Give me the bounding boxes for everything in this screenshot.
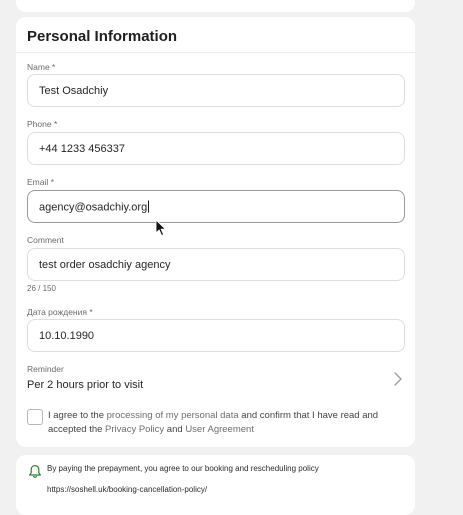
email-value-wrap: agency@osadchiy.org [39,200,150,213]
prepayment-notice-card: By paying the prepayment, you agree to o… [16,455,415,515]
user-agreement-link[interactable]: User Agreement [185,424,254,435]
phone-field[interactable]: +44 1233 456337 [27,132,405,165]
reminder-label: Reminder [27,364,64,374]
section-title: Personal Information [27,28,178,45]
prepayment-notice-text: By paying the prepayment, you agree to o… [47,464,319,473]
chevron-right-icon[interactable] [393,371,403,387]
comment-label: Comment [27,235,64,245]
phone-label: Phone * [27,119,58,129]
name-field[interactable]: Test Osadchiy [27,74,405,107]
comment-counter: 26 / 150 [27,284,56,293]
mouse-pointer-icon [155,219,167,237]
consent-text-3: and [164,424,186,435]
text-cursor [148,200,150,212]
personal-data-link[interactable]: processing of my personal data [107,410,239,421]
comment-field[interactable]: test order osadchiy agency [27,248,405,281]
privacy-policy-link[interactable]: Privacy Policy [105,424,164,435]
bell-icon [29,465,41,478]
name-label: Name * [27,62,56,72]
section-divider [16,52,415,53]
personal-information-card: Personal Information Name * Test Osadchi… [16,17,415,447]
birthdate-field[interactable]: 10.10.1990 [27,319,405,352]
birthdate-label: Дата рождения * [27,307,93,317]
cancellation-policy-link[interactable]: https://soshell.uk/booking-cancellation-… [47,485,207,494]
consent-text: I agree to the processing of my personal… [48,409,400,437]
comment-value: test order osadchiy agency [39,258,171,271]
birthdate-value: 10.10.1990 [39,329,95,342]
name-value: Test Osadchiy [39,84,109,97]
phone-value: +44 1233 456337 [39,142,125,155]
email-value: agency@osadchiy.org [39,201,148,213]
email-label: Email * [27,177,54,187]
consent-checkbox[interactable] [27,409,43,425]
email-field[interactable]: agency@osadchiy.org [27,190,405,223]
previous-section-card [16,0,415,12]
consent-text-1: I agree to the [48,410,107,421]
reminder-value[interactable]: Per 2 hours prior to visit [27,379,143,391]
